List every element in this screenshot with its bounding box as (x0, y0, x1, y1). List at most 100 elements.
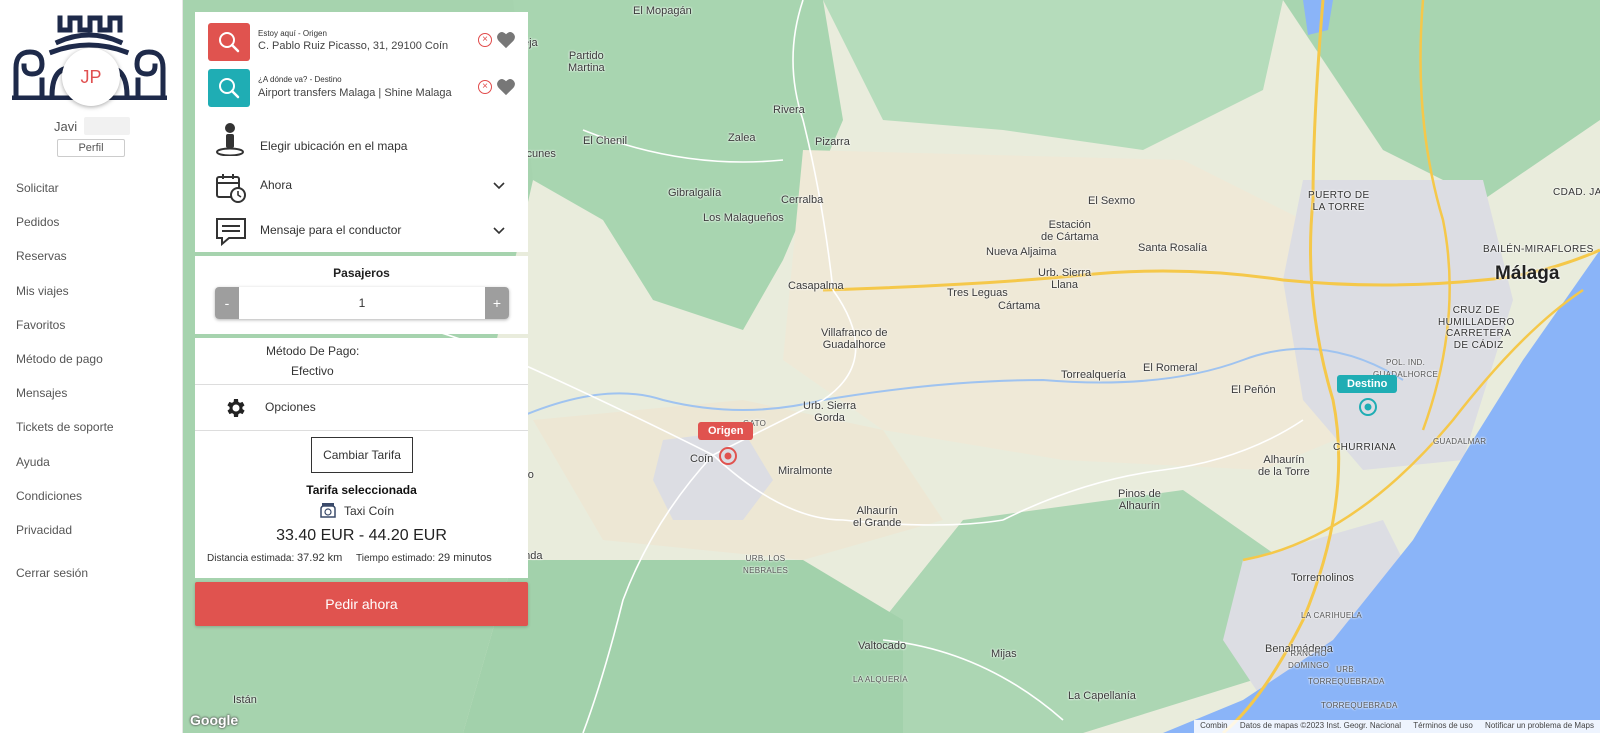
nav-item-privacidad[interactable]: Privacidad (16, 522, 114, 556)
distance-label: Distancia estimada: (207, 553, 295, 564)
chevron-down-icon[interactable] (493, 182, 505, 190)
destination-caption: ¿A dónde va? - Destino (258, 75, 342, 84)
nav-item-reservas[interactable]: Reservas (16, 248, 114, 282)
order-now-button[interactable]: Pedir ahora (195, 582, 528, 626)
map-place-label: CHURRIANA (1333, 442, 1397, 453)
gear-icon[interactable] (223, 396, 247, 420)
nav-item-mis-viajes[interactable]: Mis viajes (16, 283, 114, 317)
map-place-label: Torrealquería (1061, 369, 1126, 381)
map-place-label: TORREQUEBRADA (1321, 701, 1398, 710)
price-range: 33.40 EUR - 44.20 EUR (276, 527, 447, 544)
map-place-label: CDAD. JARDÍN (1553, 187, 1600, 198)
calendar-clock-icon (216, 174, 246, 203)
nav-item-tickets-de-soporte[interactable]: Tickets de soporte (16, 419, 114, 453)
map-place-label: El Chenil (583, 135, 628, 147)
clear-destination-icon[interactable]: × (478, 80, 492, 94)
change-tariff-button[interactable]: Cambiar Tarifa (311, 437, 413, 473)
message-icon (216, 218, 246, 247)
google-logo: Google (190, 712, 239, 728)
nav-item-metodo-de-pago[interactable]: Método de pago (16, 351, 114, 385)
selected-tariff-title: Tarifa seleccionada (306, 483, 417, 497)
passengers-stepper: - 1 + (215, 287, 509, 319)
map-place-label: El Romeral (1143, 362, 1198, 374)
schedule-select[interactable]: Ahora (260, 178, 292, 192)
destination-address-input[interactable]: Airport transfers Malaga | Shine Malaga (258, 87, 466, 99)
choose-on-map-link[interactable]: Elegir ubicación en el mapa (260, 139, 407, 153)
map-credit-data: Datos de mapas ©2023 Inst. Geogr. Nacion… (1239, 721, 1401, 730)
map-place-label: Tres Leguas (947, 287, 1008, 299)
time-label: Tiempo estimado: (356, 553, 436, 564)
map-place-label: PUERTO DE LA TORRE (1308, 190, 1370, 213)
passengers-card: Pasajeros - 1 + (195, 256, 528, 334)
map-credits: Combin Datos de mapas ©2023 Inst. Geogr.… (1194, 720, 1600, 733)
map-place-label: Gibralgalía (668, 187, 722, 199)
map-place-label: Alhaurín el Grande (853, 505, 902, 529)
driver-message-toggle[interactable]: Mensaje para el conductor (260, 223, 401, 237)
favorite-destination-heart-icon[interactable] (496, 78, 516, 96)
map-place-label: Cártama (998, 300, 1041, 312)
map-place-label: Alhaurín de la Torre (1258, 454, 1310, 478)
favorite-origin-heart-icon[interactable] (496, 31, 516, 49)
taxi-crest-icon (320, 503, 336, 518)
user-surname-redacted (84, 117, 130, 135)
origin-caption: Estoy aquí - Origen (258, 29, 327, 38)
map-place-label: Cerralba (781, 194, 824, 206)
origin-search-button[interactable] (208, 23, 250, 61)
chevron-down-icon[interactable] (493, 227, 505, 235)
map-place-label: BAILÉN-MIRAFLORES (1483, 244, 1594, 255)
origin-address-input[interactable]: C. Pablo Ruiz Picasso, 31, 29100 Coín (258, 40, 466, 52)
nav-item-favoritos[interactable]: Favoritos (16, 317, 114, 351)
person-pin-icon (216, 123, 244, 156)
nav-item-mensajes[interactable]: Mensajes (16, 385, 114, 419)
route-card: Estoy aquí - Origen C. Pablo Ruiz Picass… (195, 12, 528, 252)
payment-card: Método De Pago: Efectivo Opciones Cambia… (195, 338, 528, 578)
map-place-label: Miralmonte (778, 465, 833, 477)
map-place-label: Zalea (728, 132, 756, 144)
map-place-label: Coín (690, 453, 714, 465)
map-place-label: Istán (233, 694, 257, 706)
map-place-label: Valtocado (858, 640, 907, 652)
map-place-label: Partido Martina (568, 50, 605, 74)
map-place-label: LA CARIHUELA (1301, 611, 1362, 620)
destination-pin-icon[interactable] (1358, 397, 1378, 417)
time-value: 29 minutos (437, 552, 492, 564)
map-place-label: Nueva Aljaima (986, 246, 1057, 258)
map-place-label: CRUZ DE HUMILLADERO (1438, 305, 1515, 328)
nav-item-ayuda[interactable]: Ayuda (16, 454, 114, 488)
distance-value: 37.92 km (297, 552, 343, 564)
origin-pin-icon[interactable] (718, 446, 738, 466)
nav-item-pedidos[interactable]: Pedidos (16, 214, 114, 248)
payment-method-value[interactable]: Efectivo (291, 364, 334, 378)
nav-item-solicitar[interactable]: Solicitar (16, 180, 114, 214)
map-place-label: Torremolinos (1291, 572, 1354, 584)
sidebar-nav: Solicitar Pedidos Reservas Mis viajes Fa… (16, 180, 114, 556)
decrement-button[interactable]: - (215, 287, 239, 319)
logout-link[interactable]: Cerrar sesión (16, 566, 88, 580)
map-terms-link[interactable]: Términos de uso (1413, 721, 1473, 730)
destination-marker-label[interactable]: Destino (1337, 375, 1398, 393)
nav-item-condiciones[interactable]: Condiciones (16, 488, 114, 522)
trip-estimates: Distancia estimada: 37.92 km Tiempo esti… (207, 552, 492, 564)
map-place-label: Urb. Sierra Llana (1038, 267, 1092, 291)
clear-origin-icon[interactable]: × (478, 33, 492, 47)
destination-search-button[interactable] (208, 69, 250, 107)
profile-button[interactable]: Perfil (57, 139, 125, 157)
map-place-label: Estación de Cártama (1041, 219, 1099, 243)
map-place-label: URB. LOS NEBRALES (743, 554, 789, 575)
map-place-label: El Peñón (1231, 384, 1276, 396)
search-icon (219, 32, 240, 53)
map-report-link[interactable]: Notificar un problema de Maps (1485, 721, 1594, 730)
increment-button[interactable]: + (485, 287, 509, 319)
map-place-label: Mijas (991, 648, 1017, 660)
map-place-label: Málaga (1495, 263, 1560, 284)
passengers-input[interactable]: 1 (239, 287, 485, 319)
origin-marker-label[interactable]: Origen (698, 422, 754, 440)
payment-method-label: Método De Pago: (266, 344, 360, 358)
avatar[interactable]: JP (62, 48, 120, 106)
map-place-label: Pizarra (815, 136, 850, 148)
map-place-label: Villafranco de Guadalhorce (821, 327, 888, 351)
options-link[interactable]: Opciones (265, 400, 316, 414)
map-credit-combin: Combin (1200, 721, 1228, 730)
map-place-label: Pinos de Alhaurín (1118, 488, 1161, 512)
map-place-label: El Mopagán (633, 5, 692, 17)
